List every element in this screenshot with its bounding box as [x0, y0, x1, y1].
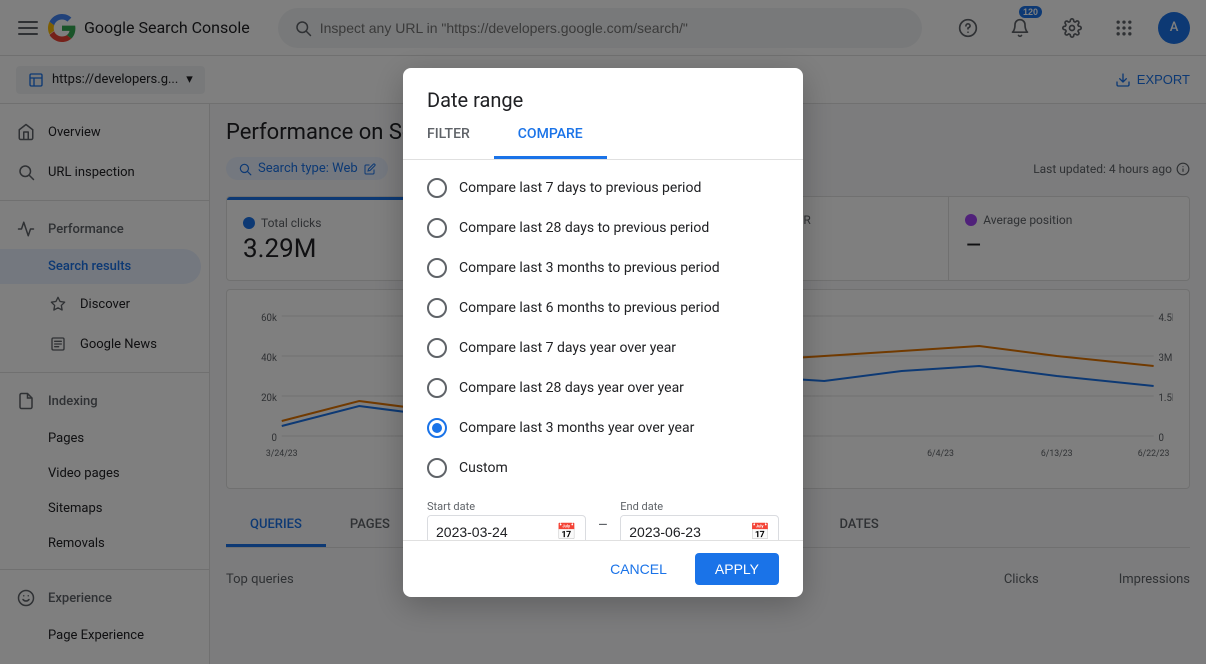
date-group-start: Start date 📅 [427, 500, 586, 540]
start-date-label: Start date [427, 500, 586, 513]
radio-last7-prev[interactable]: Compare last 7 days to previous period [403, 168, 803, 208]
radio-last28-yoy[interactable]: Compare last 28 days year over year [403, 368, 803, 408]
dialog-tab-compare[interactable]: COMPARE [494, 112, 607, 159]
start-date-calendar-icon[interactable]: 📅 [549, 522, 585, 540]
radio-last28-prev[interactable]: Compare last 28 days to previous period [403, 208, 803, 248]
radio-circle-custom [427, 458, 447, 478]
radio-last7-yoy[interactable]: Compare last 7 days year over year [403, 328, 803, 368]
end-date-input[interactable] [621, 516, 742, 540]
date-group-end: End date 📅 [620, 500, 779, 540]
dialog-title: Date range [427, 88, 779, 112]
radio-label-last7-yoy: Compare last 7 days year over year [459, 340, 676, 356]
radio-circle-last7-prev [427, 178, 447, 198]
dialog-body: Compare last 7 days to previous period C… [403, 160, 803, 540]
radio-circle-last28-prev [427, 218, 447, 238]
end-date-label: End date [620, 500, 779, 513]
radio-circle-last3m-prev [427, 258, 447, 278]
radio-label-last28-prev: Compare last 28 days to previous period [459, 220, 709, 236]
radio-label-last3m-prev: Compare last 3 months to previous period [459, 260, 720, 276]
date-separator-1: – [594, 515, 613, 534]
radio-label-last7-prev: Compare last 7 days to previous period [459, 180, 701, 196]
end-date-calendar-icon[interactable]: 📅 [742, 522, 778, 540]
cancel-button[interactable]: CANCEL [590, 553, 687, 585]
radio-label-custom: Custom [459, 460, 508, 476]
radio-label-last3m-yoy: Compare last 3 months year over year [459, 420, 694, 436]
radio-circle-last3m-yoy [427, 418, 447, 438]
apply-button[interactable]: APPLY [695, 553, 779, 585]
dialog-tab-filter[interactable]: FILTER [403, 112, 494, 159]
radio-circle-last6m-prev [427, 298, 447, 318]
dialog-header: Date range [403, 68, 803, 112]
date-fields-primary: Start date 📅 – End date 📅 [403, 492, 803, 540]
radio-circle-last28-yoy [427, 378, 447, 398]
radio-last3m-yoy[interactable]: Compare last 3 months year over year [403, 408, 803, 448]
radio-label-last6m-prev: Compare last 6 months to previous period [459, 300, 720, 316]
radio-custom[interactable]: Custom [403, 448, 803, 488]
date-range-dialog: Date range FILTER COMPARE Compare last 7… [403, 68, 803, 597]
radio-last6m-prev[interactable]: Compare last 6 months to previous period [403, 288, 803, 328]
dialog-footer: CANCEL APPLY [403, 540, 803, 597]
radio-label-last28-yoy: Compare last 28 days year over year [459, 380, 684, 396]
dialog-overlay[interactable]: Date range FILTER COMPARE Compare last 7… [0, 0, 1206, 664]
radio-circle-last7-yoy [427, 338, 447, 358]
start-date-input-row: 📅 [427, 515, 586, 540]
dialog-tabs: FILTER COMPARE [403, 112, 803, 160]
radio-last3m-prev[interactable]: Compare last 3 months to previous period [403, 248, 803, 288]
start-date-input[interactable] [428, 516, 549, 540]
end-date-input-row: 📅 [620, 515, 779, 540]
